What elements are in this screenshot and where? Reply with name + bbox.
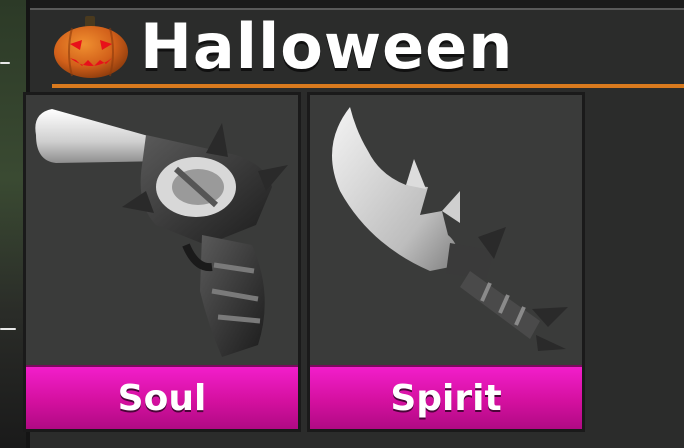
panel-top-edge <box>30 0 684 10</box>
revolver-gun-icon <box>35 109 288 357</box>
item-card-soul[interactable]: Soul <box>23 92 301 432</box>
section-header: Halloween <box>52 12 682 82</box>
section-title: Halloween <box>140 10 514 83</box>
background-detail <box>0 62 10 64</box>
empty-item-slot <box>592 96 658 432</box>
background-detail <box>0 328 16 330</box>
header-divider <box>52 84 684 88</box>
item-name-label: Spirit <box>310 365 582 429</box>
item-name-label: Soul <box>26 365 298 429</box>
pumpkin-icon <box>54 16 128 78</box>
item-card-spirit[interactable]: Spirit <box>307 92 585 432</box>
curved-knife-icon <box>332 107 568 351</box>
